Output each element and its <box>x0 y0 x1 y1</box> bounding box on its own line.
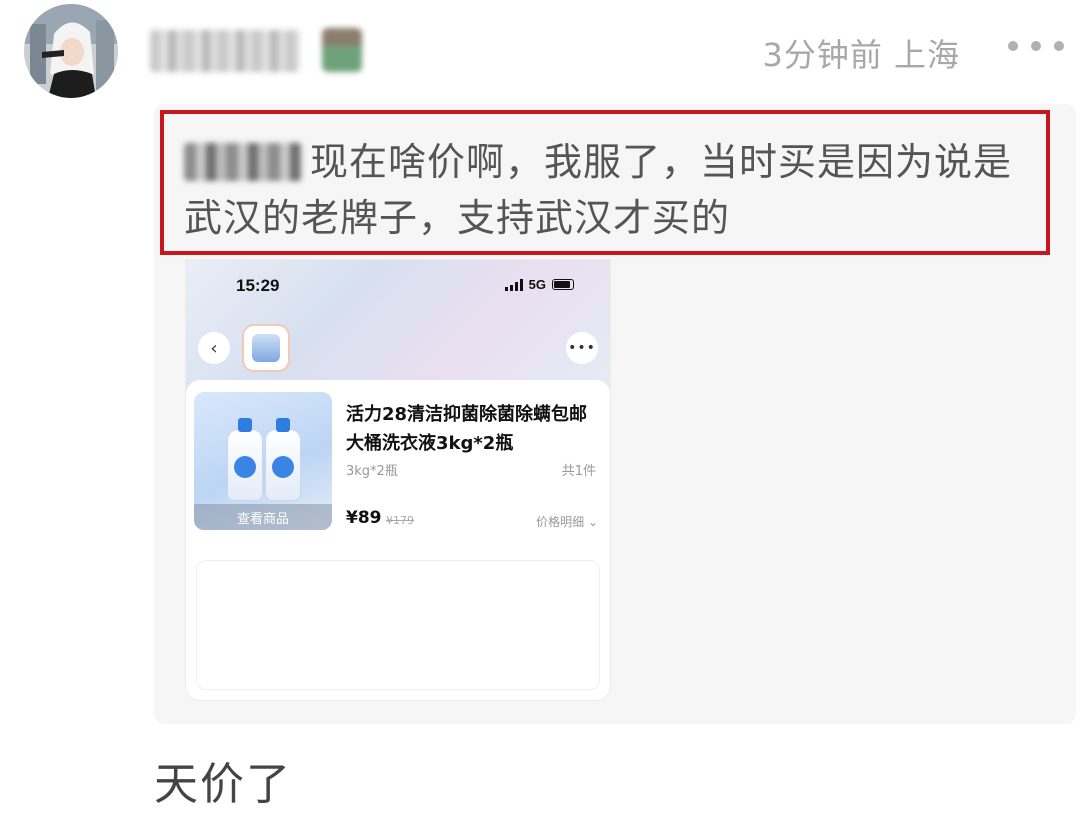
user-avatar[interactable] <box>24 4 118 98</box>
order-screenshot[interactable]: 15:29 5G ‹ ••• 查看商品 活力28清洁抑菌除菌除螨包邮大桶洗衣液3… <box>186 260 610 700</box>
shop-logo <box>244 326 288 370</box>
product-image: 查看商品 <box>194 392 332 530</box>
username-blurred[interactable] <box>150 30 300 72</box>
bottle-graphic <box>266 418 300 500</box>
product-spec: 3kg*2瓶 <box>346 464 398 479</box>
more-options-icon: ••• <box>566 332 598 364</box>
more-dots-icon[interactable] <box>1008 30 1064 62</box>
network-label: 5G <box>528 277 546 292</box>
item-count: 共1件 <box>561 464 596 479</box>
view-goods-button: 查看商品 <box>194 504 332 530</box>
post-meta: 3分钟前 上海 <box>762 36 960 74</box>
battery-icon <box>552 279 574 290</box>
avatar-illustration <box>24 4 118 98</box>
price-detail-link: 价格明细 ⌄ <box>536 515 598 529</box>
status-time: 15:29 <box>236 276 280 295</box>
red-highlight-frame <box>160 110 1050 255</box>
user-badge-blurred <box>322 28 362 72</box>
chevron-left-icon: ‹ <box>198 332 230 364</box>
bottle-graphic <box>228 418 262 500</box>
original-price: ¥179 <box>386 514 414 527</box>
status-indicators: 5G <box>504 277 574 292</box>
order-details-box <box>196 560 600 690</box>
product-card: 查看商品 活力28清洁抑菌除菌除螨包邮大桶洗衣液3kg*2瓶 3kg*2瓶 共1… <box>186 380 610 700</box>
product-title: 活力28清洁抑菌除菌除螨包邮大桶洗衣液3kg*2瓶 <box>346 404 588 454</box>
signal-bars-icon <box>504 278 523 291</box>
product-price: ¥89 <box>346 508 382 528</box>
reply-text: 天价了 <box>154 759 292 810</box>
